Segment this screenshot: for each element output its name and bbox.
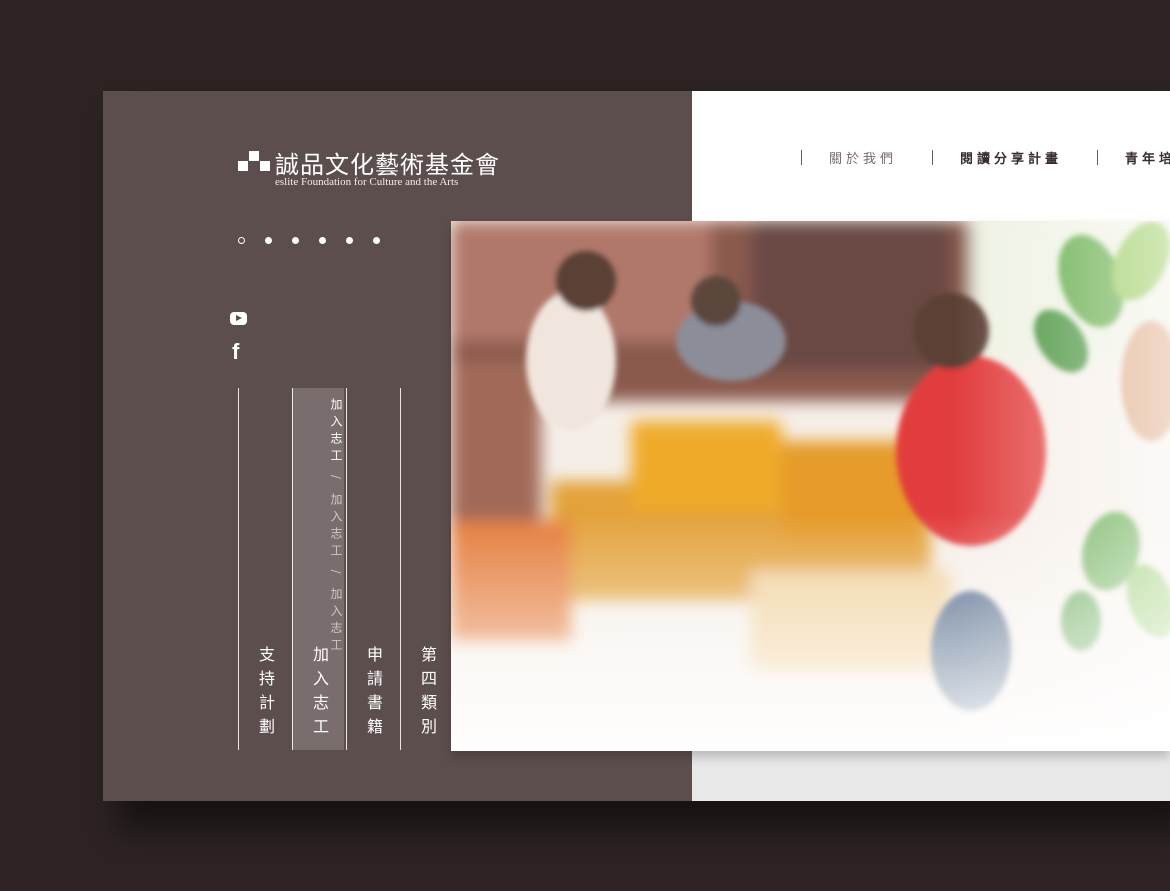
menu-column-volunteer[interactable]: 加入志工 / 加入志工 / 加入志工 加入志工 [292, 388, 344, 750]
menu-column-label: 支持計劃 [256, 646, 275, 742]
slider-dot[interactable] [319, 237, 326, 244]
nav-item-reading[interactable]: 閱讀分享計畫 [932, 148, 1062, 167]
slider-dot[interactable] [238, 237, 245, 244]
top-nav: 關於我們 閱讀分享計畫 青年培 [801, 148, 1170, 167]
menu-column-label: 加入志工 [310, 646, 329, 742]
logo-chinese-name: 誠品文化藝術基金會 [275, 151, 500, 179]
logo-mark-icon [238, 151, 270, 171]
submenu-item[interactable]: 加入志工 [329, 493, 343, 561]
submenu-separator: / [329, 474, 343, 484]
submenu-separator: / [329, 569, 343, 579]
menu-column-label: 申請書籍 [364, 646, 383, 742]
footer-strip [692, 751, 1170, 801]
slider-dot[interactable] [265, 237, 272, 244]
nav-item-about[interactable]: 關於我們 [801, 148, 897, 167]
logo-english-name: eslite Foundation for Culture and the Ar… [275, 176, 459, 188]
slider-dot[interactable] [346, 237, 353, 244]
menu-column-support[interactable]: 支持計劃 [238, 388, 290, 750]
submenu-list: 加入志工 / 加入志工 / 加入志工 [293, 398, 345, 655]
facebook-icon[interactable]: f [232, 341, 239, 363]
site-frame: 誠品文化藝術基金會 eslite Foundation for Culture … [103, 91, 1170, 801]
slider-dots [238, 237, 380, 244]
submenu-item[interactable]: 加入志工 [329, 398, 343, 466]
slider-dot[interactable] [373, 237, 380, 244]
menu-column-label: 第四類別 [418, 646, 437, 742]
slider-dot[interactable] [292, 237, 299, 244]
youtube-icon[interactable] [230, 312, 247, 325]
nav-item-youth[interactable]: 青年培 [1097, 148, 1170, 167]
menu-column-fourth[interactable]: 第四類別 [400, 388, 452, 750]
menu-column-books[interactable]: 申請書籍 [346, 388, 398, 750]
watercolor-volunteers-image [451, 221, 1170, 751]
hero-image [451, 221, 1170, 751]
